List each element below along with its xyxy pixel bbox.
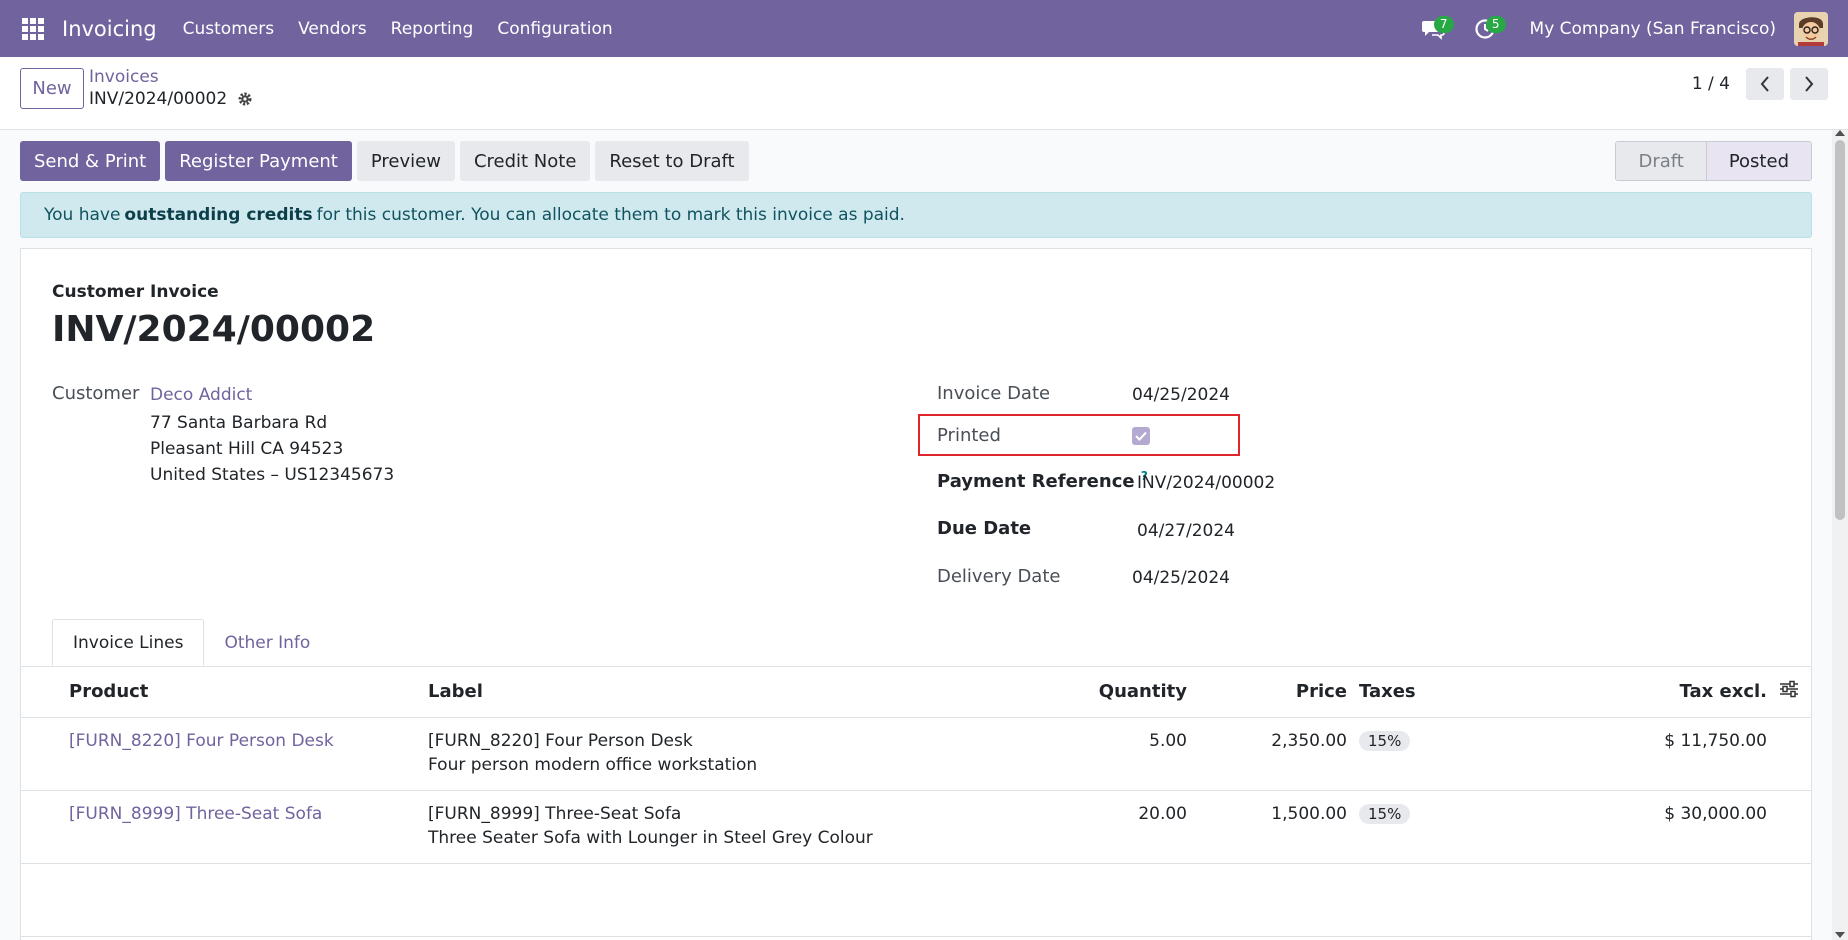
row-quantity[interactable]: 5.00 — [1068, 717, 1187, 791]
table-row[interactable]: [FURN_8220] Four Person Desk [FURN_8220]… — [21, 717, 1811, 791]
row-product[interactable]: [FURN_8999] Three-Seat Sofa — [69, 790, 428, 864]
invoice-date-label: Invoice Date — [937, 383, 1051, 404]
check-icon — [1135, 431, 1147, 441]
delivery-date-field[interactable]: 04/25/2024 — [1132, 568, 1230, 588]
tax-badge: 15% — [1359, 803, 1411, 824]
invoice-type: Customer Invoice — [52, 282, 219, 302]
header-quantity[interactable]: Quantity — [1068, 667, 1187, 718]
control-panel: New Invoices INV/2024/00002 1 / 4 — [0, 57, 1848, 130]
activities-button[interactable]: 5 — [1468, 12, 1506, 46]
row-label: [FURN_8999] Three-Seat Sofa — [428, 803, 682, 824]
payment-reference-label-text: Payment Reference — [937, 471, 1135, 492]
activities-count-badge: 5 — [1485, 15, 1506, 33]
row-label: [FURN_8220] Four Person Desk — [428, 730, 693, 751]
status-bar: Draft Posted — [1615, 141, 1812, 181]
payment-reference-label: Payment Reference ? — [937, 469, 1148, 492]
payment-reference-field[interactable]: INV/2024/00002 — [1137, 473, 1275, 493]
table-row[interactable]: [FURN_8999] Three-Seat Sofa [FURN_8999] … — [21, 790, 1811, 864]
table-header-row: Product Label Quantity Price Taxes Tax e… — [21, 667, 1811, 718]
address-line-3: United States – US12345673 — [150, 465, 395, 485]
due-date-field[interactable]: 04/27/2024 — [1137, 521, 1235, 541]
user-avatar[interactable] — [1794, 11, 1828, 46]
reset-to-draft-button[interactable]: Reset to Draft — [595, 141, 749, 181]
apps-menu-icon[interactable] — [22, 17, 44, 40]
breadcrumb-current: INV/2024/00002 — [89, 89, 253, 109]
gear-icon[interactable] — [237, 91, 253, 107]
messages-button[interactable]: 7 — [1416, 12, 1454, 46]
action-buttons: Send & Print Register Payment Preview Cr… — [20, 141, 749, 181]
scroll-down-arrow-icon[interactable] — [1835, 932, 1845, 938]
column-settings-icon[interactable] — [1779, 680, 1799, 698]
menu-vendors[interactable]: Vendors — [298, 19, 367, 39]
row-subtotal: $ 30,000.00 — [1527, 790, 1767, 864]
chevron-left-icon — [1760, 76, 1769, 92]
row-quantity[interactable]: 20.00 — [1068, 790, 1187, 864]
row-product[interactable]: [FURN_8220] Four Person Desk — [69, 717, 428, 791]
address-line-1: 77 Santa Barbara Rd — [150, 413, 328, 433]
navbar-systray: 7 5 My Company (San Francisco) — [1416, 0, 1828, 57]
avatar-face-icon — [1794, 11, 1828, 46]
pager: 1 / 4 — [1692, 68, 1828, 100]
scroll-up-arrow-icon[interactable] — [1835, 130, 1845, 136]
messages-count-badge: 7 — [1433, 15, 1454, 33]
app-name[interactable]: Invoicing — [62, 17, 157, 41]
tab-invoice-lines[interactable]: Invoice Lines — [52, 619, 205, 666]
notebook-tabs: Invoice Lines Other Info — [52, 619, 330, 666]
header-price[interactable]: Price — [1187, 667, 1347, 718]
record-name: INV/2024/00002 — [89, 89, 228, 109]
pager-previous-button[interactable] — [1746, 68, 1784, 100]
menu-customers[interactable]: Customers — [183, 19, 274, 39]
due-date-label: Due Date — [937, 518, 1032, 539]
chevron-right-icon — [1805, 76, 1814, 92]
status-draft[interactable]: Draft — [1616, 142, 1706, 180]
alert-prefix: You have — [44, 205, 121, 225]
tab-other-info[interactable]: Other Info — [204, 619, 330, 666]
invoice-number: INV/2024/00002 — [52, 309, 376, 350]
alert-suffix: for this customer. You can allocate them… — [316, 205, 905, 225]
status-posted[interactable]: Posted — [1705, 142, 1811, 180]
send-print-button[interactable]: Send & Print — [20, 141, 161, 181]
register-payment-button[interactable]: Register Payment — [165, 141, 352, 181]
header-label[interactable]: Label — [428, 667, 1068, 718]
address-line-2: Pleasant Hill CA 94523 — [150, 439, 344, 459]
scroll-thumb[interactable] — [1835, 140, 1845, 520]
menu-reporting[interactable]: Reporting — [391, 19, 474, 39]
preview-button[interactable]: Preview — [356, 141, 455, 181]
printed-label: Printed — [937, 425, 1001, 446]
pager-value[interactable]: 1 / 4 — [1692, 74, 1730, 94]
empty-row[interactable] — [21, 863, 1811, 937]
pager-next-button[interactable] — [1790, 68, 1828, 100]
customer-label: Customer — [52, 383, 140, 404]
header-tax-excl[interactable]: Tax excl. — [1527, 667, 1767, 718]
breadcrumb-invoices[interactable]: Invoices — [89, 67, 159, 87]
outstanding-credits-alert: You have outstanding credits for this cu… — [20, 192, 1812, 238]
row-price[interactable]: 2,350.00 — [1187, 717, 1347, 791]
header-product[interactable]: Product — [69, 667, 428, 718]
row-label-cell[interactable]: [FURN_8999] Three-Seat Sofa Three Seater… — [428, 790, 1068, 864]
invoice-lines-table: Product Label Quantity Price Taxes Tax e… — [21, 667, 1811, 937]
invoice-date-field[interactable]: 04/25/2024 — [1132, 385, 1230, 405]
row-taxes-cell[interactable]: 15% — [1347, 717, 1527, 791]
main-menu: Customers Vendors Reporting Configuratio… — [183, 19, 613, 39]
row-price[interactable]: 1,500.00 — [1187, 790, 1347, 864]
new-button[interactable]: New — [20, 68, 84, 109]
header-taxes[interactable]: Taxes — [1347, 667, 1527, 718]
company-switcher[interactable]: My Company (San Francisco) — [1530, 19, 1776, 39]
tax-badge: 15% — [1359, 730, 1411, 751]
menu-configuration[interactable]: Configuration — [497, 19, 612, 39]
outstanding-credits-link[interactable]: outstanding credits — [124, 205, 312, 225]
row-description: Three Seater Sofa with Lounger in Steel … — [428, 827, 873, 848]
top-navbar: Invoicing Customers Vendors Reporting Co… — [0, 0, 1848, 57]
delivery-date-label: Delivery Date — [937, 566, 1061, 587]
form-sheet: Customer Invoice INV/2024/00002 Customer… — [20, 248, 1812, 940]
row-description: Four person modern office workstation — [428, 754, 758, 775]
row-subtotal: $ 11,750.00 — [1527, 717, 1767, 791]
row-label-cell[interactable]: [FURN_8220] Four Person Desk Four person… — [428, 717, 1068, 791]
row-taxes-cell[interactable]: 15% — [1347, 790, 1527, 864]
customer-link[interactable]: Deco Addict — [150, 385, 252, 405]
page-scrollbar[interactable] — [1832, 130, 1848, 940]
printed-checkbox[interactable] — [1132, 427, 1150, 445]
credit-note-button[interactable]: Credit Note — [459, 141, 591, 181]
